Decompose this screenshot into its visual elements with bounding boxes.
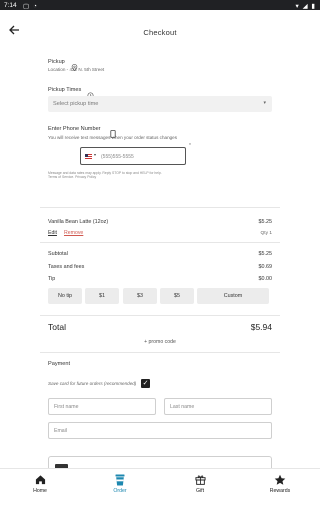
order-item-price: $5.25 (258, 219, 273, 225)
page-title: Checkout (143, 28, 177, 37)
tip-1-button[interactable]: $1 (85, 288, 119, 304)
notification-icons: ▢ ◔ (23, 2, 38, 10)
nav-home[interactable]: Home (0, 469, 80, 512)
divider (40, 242, 280, 243)
gift-icon (160, 474, 240, 486)
divider (40, 352, 280, 353)
nav-gift[interactable]: Gift (160, 469, 240, 512)
remove-item-link[interactable]: Remove (64, 230, 83, 236)
divider (40, 207, 280, 208)
tip-custom-button[interactable]: Custom (197, 288, 269, 304)
star-icon (240, 474, 320, 486)
first-name-placeholder: First name (54, 404, 79, 410)
payment-title: Payment (48, 361, 71, 367)
first-name-field[interactable]: First name (48, 398, 156, 415)
promo-code-link[interactable]: + promo code (0, 339, 320, 345)
cup-icon (80, 474, 160, 486)
tip-label: Tip (48, 276, 56, 282)
total-value: $5.94 (250, 322, 272, 332)
order-item-qty: Qty 1 (260, 231, 272, 236)
bottom-nav: Home Order Gift Rewards (0, 468, 320, 512)
nav-order[interactable]: Order (80, 469, 160, 512)
subtotal-value: $5.25 (258, 251, 273, 257)
phone-description: You will receive text messages when your… (48, 135, 178, 140)
save-card-label: Save card for future orders (recommended… (48, 381, 137, 386)
tip-no-tip-button[interactable]: No tip (48, 288, 82, 304)
phone-icon (110, 125, 116, 143)
status-bar: 7:14 ▢ ◔ ▾ ◢ ▮ (0, 0, 320, 10)
terms-privacy-link[interactable]: Terms of Service. Privacy Policy (48, 175, 96, 179)
checkout-content[interactable]: Pickup Location - 422 N. 5th Street Pick… (0, 54, 320, 468)
card-input[interactable] (48, 456, 272, 468)
home-icon (0, 474, 80, 486)
app-bar: Checkout (0, 10, 320, 54)
last-name-placeholder: Last name (170, 404, 195, 410)
email-placeholder: Email (54, 428, 67, 434)
system-icons: ▾ ◢ ▮ (295, 2, 316, 10)
total-label: Total (48, 322, 66, 332)
tip-value: $0.00 (258, 276, 273, 282)
nav-rewards[interactable]: Rewards (240, 469, 320, 512)
email-field[interactable]: Email (48, 422, 272, 439)
taxes-label: Taxes and fees (48, 264, 85, 270)
phone-label: Enter Phone Number (48, 126, 101, 132)
pickup-location: Location - 422 N. 5th Street (48, 67, 105, 72)
save-card-checkbox[interactable]: ✓ (141, 379, 150, 388)
phone-placeholder: (555)555-5555 (101, 153, 134, 160)
last-name-field[interactable]: Last name (164, 398, 272, 415)
nav-gift-label: Gift (195, 488, 205, 494)
tip-3-button[interactable]: $3 (123, 288, 157, 304)
pickup-label: Pickup (48, 59, 65, 65)
nav-home-label: Home (33, 488, 47, 494)
status-time: 7:14 (4, 1, 17, 9)
pickup-time-select[interactable]: Select pickup time ▾ (48, 96, 272, 112)
pickup-times-label: Pickup Times (48, 87, 82, 93)
order-item-name: Vanilla Bean Latte (12oz) (48, 219, 109, 225)
phone-input[interactable]: ▾ (555)555-5555 (80, 147, 186, 165)
divider (40, 315, 280, 316)
us-flag-icon[interactable] (85, 154, 92, 159)
tip-5-button[interactable]: $5 (160, 288, 194, 304)
taxes-value: $0.69 (258, 264, 273, 270)
subtotal-label: Subtotal (48, 251, 68, 257)
country-dropdown-icon[interactable]: ▾ (94, 152, 96, 157)
chevron-down-icon: ▾ (263, 100, 266, 106)
pickup-time-placeholder: Select pickup time (53, 101, 99, 107)
nav-rewards-label: Rewards (269, 488, 291, 494)
edit-item-link[interactable]: Edit (48, 230, 57, 236)
nav-order-label: Order (113, 488, 127, 494)
required-asterisk: * (189, 143, 191, 149)
